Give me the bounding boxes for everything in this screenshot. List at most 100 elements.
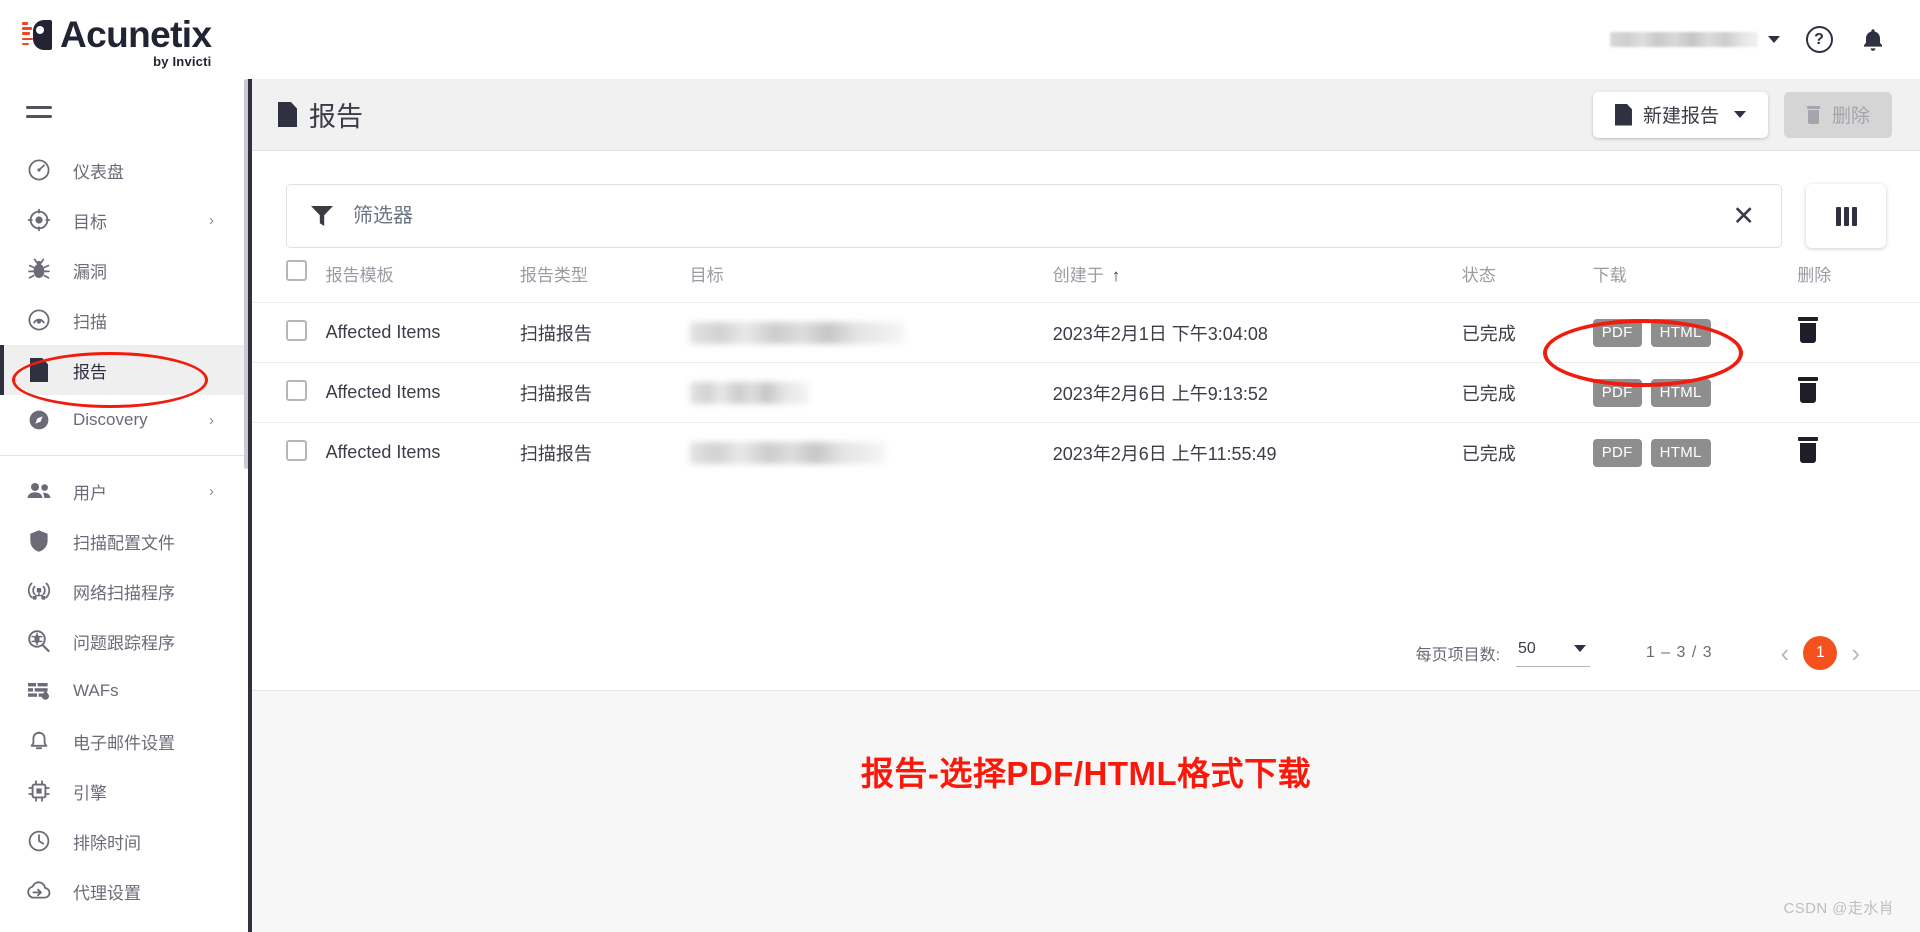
account-menu[interactable] bbox=[1610, 32, 1780, 47]
sidebar-item-label: 扫描配置文件 bbox=[73, 533, 175, 553]
header-created-label: 创建于 bbox=[1052, 265, 1104, 285]
row-checkbox[interactable] bbox=[286, 439, 307, 461]
chevron-right-icon: › bbox=[209, 211, 214, 229]
shield-icon bbox=[25, 529, 53, 553]
sidebar-item-scan-profiles[interactable]: 扫描配置文件 bbox=[0, 516, 248, 566]
brand-name: Acunetix bbox=[60, 14, 212, 55]
header-created[interactable]: 创建于 ↑ bbox=[1053, 254, 1462, 303]
sidebar-scrollbar[interactable] bbox=[244, 79, 248, 932]
sidebar-item-users[interactable]: 用户 › bbox=[0, 466, 248, 516]
menu-toggle-button[interactable] bbox=[0, 79, 248, 145]
cell-type: 扫描报告 bbox=[519, 362, 690, 423]
items-per-page-select[interactable]: 50 bbox=[1516, 640, 1590, 667]
notifications-button[interactable] bbox=[1858, 25, 1888, 55]
sidebar-item-email-settings[interactable]: 电子邮件设置 bbox=[0, 716, 248, 766]
trash-icon bbox=[1806, 105, 1821, 124]
sidebar-item-engines[interactable]: 引擎 bbox=[0, 766, 248, 816]
sidebar-item-targets[interactable]: 目标 › bbox=[0, 195, 248, 245]
table-row[interactable]: Affected Items 扫描报告 2023年2月1日 下午3:04:08 … bbox=[252, 302, 1920, 363]
header-type[interactable]: 报告类型 bbox=[520, 254, 690, 303]
row-delete-trash-icon[interactable] bbox=[1797, 317, 1819, 343]
download-html-button[interactable]: HTML bbox=[1650, 318, 1711, 347]
row-checkbox[interactable] bbox=[286, 379, 307, 401]
cell-created: 2023年2月6日 上午11:55:49 bbox=[1052, 422, 1462, 483]
filter-input[interactable] bbox=[351, 203, 1727, 229]
header-select-all bbox=[252, 254, 326, 303]
help-button[interactable]: ? bbox=[1804, 25, 1834, 55]
header-template[interactable]: 报告模板 bbox=[326, 254, 520, 303]
prev-page-button[interactable]: ‹ bbox=[1767, 640, 1804, 666]
cell-created: 2023年2月1日 下午3:04:08 bbox=[1052, 302, 1462, 363]
sidebar-scrollbar-thumb[interactable] bbox=[244, 79, 248, 469]
filter-box[interactable]: ✕ bbox=[286, 184, 1782, 248]
header-actions: 新建报告 删除 bbox=[1592, 91, 1892, 138]
header-status[interactable]: 状态 bbox=[1462, 254, 1593, 303]
download-html-button[interactable]: HTML bbox=[1650, 438, 1711, 467]
columns-icon bbox=[1835, 206, 1857, 226]
brand-logo[interactable]: Acunetix by Invicti bbox=[0, 0, 212, 79]
help-icon: ? bbox=[1805, 26, 1833, 53]
row-checkbox[interactable] bbox=[286, 319, 307, 341]
chevron-down-icon bbox=[1573, 645, 1586, 652]
sidebar-item-label: 用户 bbox=[73, 483, 107, 503]
close-icon[interactable]: ✕ bbox=[1726, 202, 1761, 230]
cell-delete bbox=[1797, 362, 1920, 423]
sidebar-item-dashboard[interactable]: 仪表盘 bbox=[0, 145, 248, 195]
row-delete-trash-icon[interactable] bbox=[1797, 377, 1819, 403]
sidebar-item-proxy-settings[interactable]: 代理设置 bbox=[0, 866, 248, 916]
delete-button[interactable]: 删除 bbox=[1783, 91, 1892, 138]
chevron-right-icon: › bbox=[209, 411, 214, 429]
select-all-checkbox[interactable] bbox=[286, 260, 307, 281]
lower-empty-area bbox=[252, 691, 1920, 932]
scan-icon bbox=[25, 308, 53, 332]
header-download[interactable]: 下载 bbox=[1593, 254, 1798, 303]
sidebar-item-label: 报告 bbox=[73, 362, 107, 382]
table-header-row: 报告模板 报告类型 目标 创建于 ↑ 状态 下载 删除 bbox=[252, 254, 1920, 303]
download-pdf-button[interactable]: PDF bbox=[1592, 318, 1642, 347]
table-body: Affected Items 扫描报告 2023年2月1日 下午3:04:08 … bbox=[252, 302, 1920, 483]
current-page-badge[interactable]: 1 bbox=[1803, 636, 1838, 670]
cell-download: PDF HTML bbox=[1592, 362, 1798, 423]
filter-zone: ✕ bbox=[252, 152, 1920, 248]
cell-target bbox=[689, 362, 1053, 423]
waf-icon bbox=[25, 680, 53, 702]
dashboard-icon bbox=[25, 158, 53, 182]
cell-download: PDF HTML bbox=[1592, 302, 1798, 363]
table-row[interactable]: Affected Items 扫描报告 2023年2月6日 上午9:13:52 … bbox=[252, 362, 1920, 423]
sidebar-item-label: 仪表盘 bbox=[73, 162, 124, 182]
sidebar-item-label: 网络扫描程序 bbox=[73, 583, 175, 603]
sidebar-item-network-scanner[interactable]: 网络扫描程序 bbox=[0, 566, 248, 616]
sidebar-item-discovery[interactable]: Discovery › bbox=[0, 395, 248, 445]
sidebar-item-excluded-hours[interactable]: 排除时间 bbox=[0, 816, 248, 866]
account-name-masked bbox=[1610, 32, 1758, 47]
header-target[interactable]: 目标 bbox=[690, 254, 1053, 303]
download-html-button[interactable]: HTML bbox=[1650, 378, 1711, 407]
acunetix-reports-page: Acunetix by Invicti ? 仪表盘 目标 › 漏洞 扫描 报告 … bbox=[0, 0, 1920, 932]
cell-target bbox=[689, 302, 1053, 363]
hamburger-icon bbox=[26, 106, 52, 118]
annotation-caption: 报告-选择PDF/HTML格式下载 bbox=[860, 755, 1312, 792]
cell-target bbox=[689, 422, 1053, 483]
columns-button[interactable] bbox=[1806, 184, 1886, 248]
cell-download: PDF HTML bbox=[1592, 422, 1798, 483]
sidebar-item-label: 引擎 bbox=[73, 783, 107, 803]
sort-ascending-icon: ↑ bbox=[1111, 265, 1121, 285]
download-pdf-button[interactable]: PDF bbox=[1592, 438, 1642, 467]
sidebar-item-reports[interactable]: 报告 bbox=[0, 345, 248, 395]
sidebar-item-label: 扫描 bbox=[73, 312, 107, 332]
new-report-button[interactable]: 新建报告 bbox=[1592, 91, 1768, 138]
sidebar-item-wafs[interactable]: WAFs bbox=[0, 666, 248, 716]
issue-tracker-icon bbox=[25, 629, 53, 653]
sidebar-item-vulnerabilities[interactable]: 漏洞 bbox=[0, 245, 248, 295]
download-pdf-button[interactable]: PDF bbox=[1592, 378, 1642, 407]
target-masked bbox=[689, 441, 886, 464]
sidebar-item-issue-trackers[interactable]: 问题跟踪程序 bbox=[0, 616, 248, 666]
sidebar-item-label: 目标 bbox=[73, 212, 107, 232]
next-page-button[interactable]: › bbox=[1837, 640, 1874, 666]
header-delete[interactable]: 删除 bbox=[1797, 254, 1920, 303]
report-document-icon bbox=[25, 358, 53, 382]
row-delete-trash-icon[interactable] bbox=[1797, 437, 1819, 464]
table-row[interactable]: Affected Items 扫描报告 2023年2月6日 上午11:55:49… bbox=[252, 422, 1920, 483]
sidebar-item-scans[interactable]: 扫描 bbox=[0, 295, 248, 345]
page-range-label: 1 – 3 / 3 bbox=[1645, 644, 1713, 661]
